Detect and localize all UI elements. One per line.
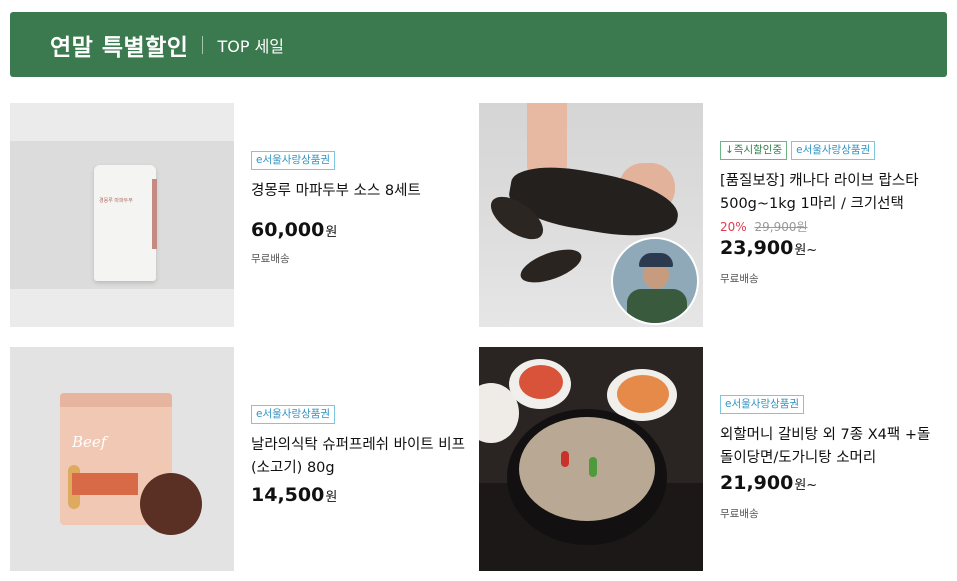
seoul-voucher-badge: e서울사랑상품권	[251, 405, 336, 424]
price-currency: 원	[325, 225, 338, 240]
seoul-voucher-badge: e서울사랑상품권	[251, 151, 336, 170]
seller-avatar	[611, 237, 699, 325]
product-card[interactable]: Beef e서울사랑상품권 날라의식탁 슈퍼프레쉬 바이트 비프 (소고기) 8…	[10, 347, 470, 571]
product-price: 60,000원	[251, 219, 466, 241]
product-price: 23,900원~	[720, 237, 935, 259]
badge-list: e서울사랑상품권	[251, 151, 466, 170]
banner-divider	[202, 35, 204, 54]
badge-list: e서울사랑상품권	[720, 395, 935, 414]
price-currency: 원~	[794, 478, 818, 493]
sauce-pouch-image	[94, 165, 156, 281]
price-currency: 원~	[794, 243, 818, 258]
instant-discount-badge: ↓즉시할인중	[720, 141, 788, 160]
product-name[interactable]: 날라의식탁 슈퍼프레쉬 바이트 비프 (소고기) 80g	[251, 434, 466, 480]
section-banner: 연말 특별할인 TOP 세일	[10, 12, 947, 77]
price-value: 21,900	[720, 472, 794, 494]
product-info: e서울사랑상품권 경몽루 마파두부 소스 8세트 60,000원 무료배송	[251, 151, 466, 266]
seoul-voucher-badge: e서울사랑상품권	[720, 395, 805, 414]
price-value: 23,900	[720, 237, 794, 259]
pouch-label: 경몽루 마파두부	[99, 198, 133, 204]
original-price: 29,900원	[754, 220, 808, 234]
product-image[interactable]: 경몽루 마파두부	[10, 103, 234, 327]
price-value: 60,000	[251, 219, 325, 241]
product-name[interactable]: [품질보장] 캐나다 라이브 랍스타 500g~1kg 1마리 / 크기선택	[720, 170, 935, 216]
price-currency: 원	[325, 490, 338, 505]
banner-subtitle: TOP 세일	[217, 36, 285, 56]
product-info: e서울사랑상품권 날라의식탁 슈퍼프레쉬 바이트 비프 (소고기) 80g 14…	[251, 405, 466, 506]
shipping-info: 무료배송	[720, 508, 759, 520]
product-image[interactable]	[479, 347, 703, 571]
product-image[interactable]: Beef	[10, 347, 234, 571]
product-price: 21,900원~	[720, 472, 935, 494]
product-card[interactable]: 경몽루 마파두부 e서울사랑상품권 경몽루 마파두부 소스 8세트 60,000…	[10, 103, 470, 327]
badge-list: e서울사랑상품권	[251, 405, 466, 424]
discount-row: 20% 29,900원	[720, 218, 935, 235]
product-info: e서울사랑상품권 외할머니 갈비탕 외 7종 X4팩 +돌돌이당면/도가니탕 소…	[720, 395, 935, 521]
price-value: 14,500	[251, 484, 325, 506]
product-name[interactable]: 경몽루 마파두부 소스 8세트	[251, 180, 466, 203]
banner-title: 연말 특별할인	[50, 34, 189, 61]
product-card[interactable]: e서울사랑상품권 외할머니 갈비탕 외 7종 X4팩 +돌돌이당면/도가니탕 소…	[479, 347, 939, 571]
badge-list: ↓즉시할인중 e서울사랑상품권	[720, 141, 935, 160]
seoul-voucher-badge: e서울사랑상품권	[791, 141, 876, 160]
product-image[interactable]	[479, 103, 703, 327]
product-price: 14,500원	[251, 484, 466, 506]
discount-rate: 20%	[720, 220, 747, 234]
shipping-info: 무료배송	[251, 253, 290, 265]
beef-bites-image	[140, 473, 202, 535]
pack-label: Beef	[72, 433, 107, 451]
product-card[interactable]: ↓즉시할인중 e서울사랑상품권 [품질보장] 캐나다 라이브 랍스타 500g~…	[479, 103, 939, 327]
product-name[interactable]: 외할머니 갈비탕 외 7종 X4팩 +돌돌이당면/도가니탕 소머리	[720, 424, 935, 470]
shipping-info: 무료배송	[720, 273, 759, 285]
product-info: ↓즉시할인중 e서울사랑상품권 [품질보장] 캐나다 라이브 랍스타 500g~…	[720, 141, 935, 286]
